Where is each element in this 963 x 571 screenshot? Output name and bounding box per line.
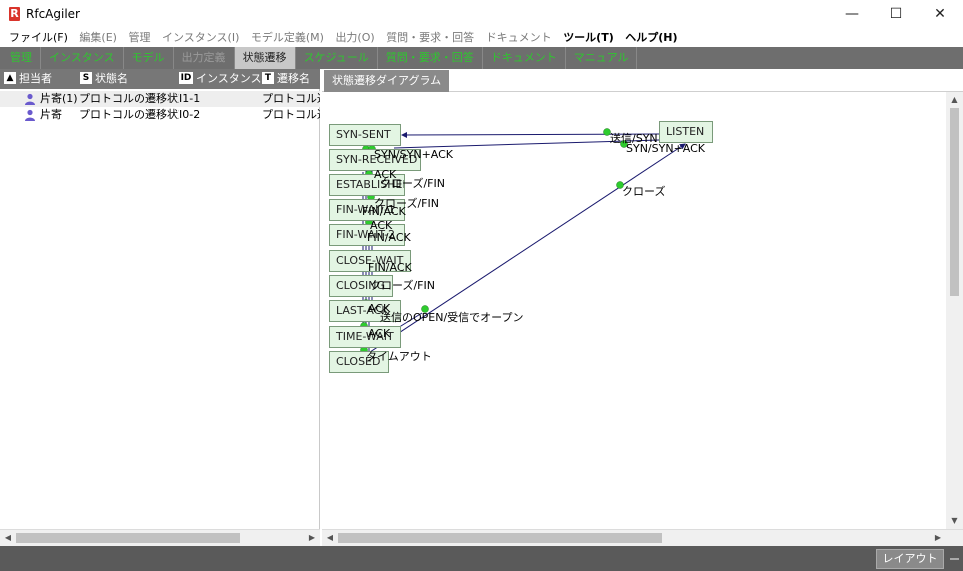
column-owner-label: 担当者	[19, 72, 52, 85]
tab-output-definition[interactable]: 出力定義	[174, 47, 235, 69]
tab-instance[interactable]: インスタンス	[41, 47, 124, 69]
column-owner[interactable]: ▲ 担当者	[4, 69, 52, 89]
instance-list-pane: ▲ 担当者 S 状態名 ID インスタンスID T 遷移名 片寄(1) プロトコルの遷移…	[0, 69, 320, 546]
tab-state-transition-diagram[interactable]: 状態遷移ダイアグラム	[324, 70, 450, 92]
window-title: RfcAgiler	[26, 7, 80, 21]
title-bar: R RfcAgiler — ☐ ✕	[0, 0, 963, 28]
cell-owner: 片寄(1)	[40, 92, 78, 105]
menu-tools[interactable]: ツール(T)	[559, 28, 618, 47]
menu-bar: ファイル(F) 編集(E) 管理 インスタンス(I) モデル定義(M) 出力(O…	[0, 28, 963, 47]
id-icon: ID	[179, 72, 193, 84]
column-state[interactable]: S 状態名	[80, 69, 128, 89]
column-state-label: 状態名	[95, 72, 128, 85]
menu-qa[interactable]: 質問・要求・回答	[382, 28, 478, 47]
tab-qa[interactable]: 質問・要求・回答	[378, 47, 483, 69]
menu-file[interactable]: ファイル(F)	[0, 28, 72, 47]
app-logo-icon: R	[9, 7, 20, 21]
scrollbar-thumb[interactable]	[338, 533, 662, 543]
scroll-down-icon[interactable]: ▼	[946, 513, 963, 529]
cell-state: プロトコルの遷移状態	[79, 92, 179, 105]
table-row[interactable]: 片寄 プロトコルの遷移状態 I0-2 プロトコル遷移	[0, 107, 320, 123]
diagram-pane: 状態遷移ダイアグラム SYN-SENT SYN-RECEIVED ESTABLI…	[322, 69, 963, 546]
minimize-button[interactable]: —	[829, 0, 875, 28]
transition-label: FIN/ACK	[367, 231, 411, 244]
user-icon	[25, 93, 35, 105]
cell-instance-id: I1-1	[179, 92, 201, 105]
status-bar: レイアウト	[0, 546, 963, 571]
transition-label: FIN/ACK	[368, 261, 412, 274]
diagram-horizontal-scrollbar[interactable]: ◀ ▶	[322, 529, 963, 546]
person-icon: ▲	[4, 72, 16, 84]
column-transition-label: 遷移名	[277, 72, 310, 85]
menu-document[interactable]: ドキュメント	[482, 28, 556, 47]
tab-document[interactable]: ドキュメント	[483, 47, 566, 69]
transition-label: クローズ	[622, 185, 666, 198]
scroll-left-icon[interactable]: ◀	[322, 530, 338, 546]
transition-label: SYN/SYN+ACK	[374, 148, 454, 161]
menu-help[interactable]: ヘルプ(H)	[621, 28, 681, 47]
user-icon	[25, 109, 35, 121]
tab-manual[interactable]: マニュアル	[566, 47, 638, 69]
list-horizontal-scrollbar[interactable]: ◀ ▶	[0, 529, 320, 546]
menu-edit[interactable]: 編集(E)	[75, 28, 121, 47]
s-icon: S	[80, 72, 92, 84]
tab-schedule[interactable]: スケジュール	[296, 47, 378, 69]
close-button[interactable]: ✕	[917, 0, 963, 28]
menu-output[interactable]: 出力(O)	[331, 28, 378, 47]
menu-model-definition[interactable]: モデル定義(M)	[247, 28, 328, 47]
list-column-header: ▲ 担当者 S 状態名 ID インスタンスID T 遷移名	[0, 69, 320, 89]
scroll-right-icon[interactable]: ▶	[930, 530, 946, 546]
scrollbar-thumb[interactable]	[950, 108, 959, 296]
scroll-up-icon[interactable]: ▲	[946, 92, 963, 108]
menu-manage[interactable]: 管理	[124, 28, 154, 47]
menu-instance[interactable]: インスタンス(I)	[158, 28, 243, 47]
column-transition[interactable]: T 遷移名	[262, 69, 310, 89]
layout-button[interactable]: レイアウト	[876, 549, 944, 569]
tab-manage[interactable]: 管理	[0, 47, 41, 69]
cell-transition: プロトコル遷移	[262, 92, 320, 105]
resize-grip-icon	[950, 558, 959, 560]
cell-instance-id: I0-2	[179, 108, 201, 121]
scroll-right-icon[interactable]: ▶	[304, 530, 320, 546]
cell-owner: 片寄	[40, 108, 62, 121]
transition-label: クローズ/FIN	[380, 177, 445, 190]
transition-label: タイムアウト	[366, 350, 432, 363]
column-instance-id[interactable]: ID インスタンスID	[179, 69, 273, 89]
diagram-vertical-scrollbar[interactable]: ▲ ▼	[946, 92, 963, 529]
transition-label: ACK	[368, 327, 391, 340]
cell-transition: プロトコル遷移	[262, 108, 320, 121]
main-tab-bar: 管理 インスタンス モデル 出力定義 状態遷移 スケジュール 質問・要求・回答 ドキュメントマ…	[0, 47, 963, 69]
transition-label: 送信のOPEN/受信でオープン	[380, 311, 524, 324]
scrollbar-thumb[interactable]	[16, 533, 240, 543]
transition-label: クローズ/FIN	[370, 279, 435, 292]
scroll-left-icon[interactable]: ◀	[0, 530, 16, 546]
state-syn-sent[interactable]: SYN-SENT	[329, 124, 401, 146]
table-row[interactable]: 片寄(1) プロトコルの遷移状態 I1-1 プロトコル遷移	[0, 91, 320, 107]
diagram-tab-bar: 状態遷移ダイアグラム	[322, 69, 963, 92]
maximize-button[interactable]: ☐	[873, 0, 919, 28]
diagram-canvas[interactable]: SYN-SENT SYN-RECEIVED ESTABLISHED FIN-WA…	[322, 92, 946, 529]
tab-model[interactable]: モデル	[124, 47, 174, 69]
transition-label: SYN/SYN+ACK	[626, 142, 706, 155]
state-listen[interactable]: LISTEN	[659, 121, 713, 143]
t-icon: T	[262, 72, 274, 84]
tab-state-transition[interactable]: 状態遷移	[234, 47, 296, 69]
transition-label: FIN/ACK	[362, 205, 406, 218]
cell-state: プロトコルの遷移状態	[79, 108, 179, 121]
